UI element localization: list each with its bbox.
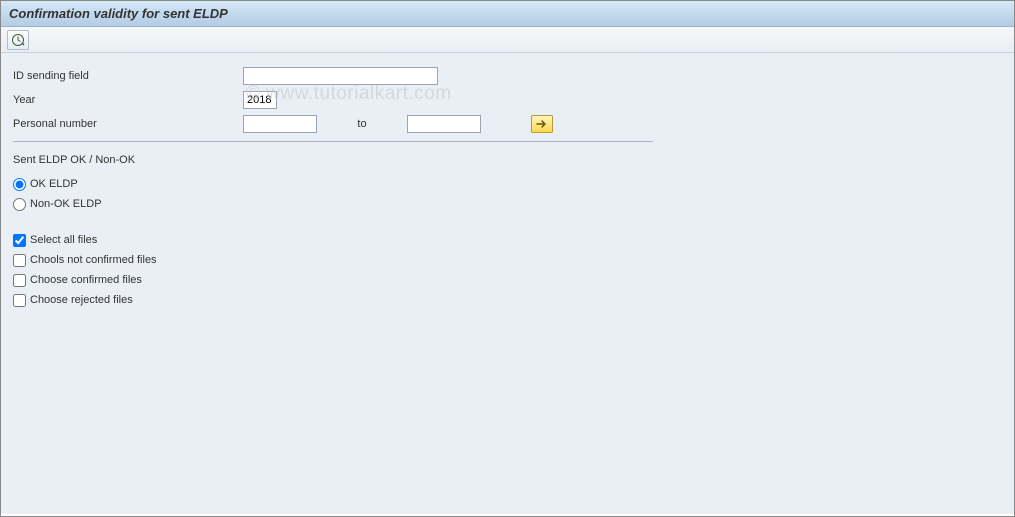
input-pernr-low[interactable] [243, 115, 317, 133]
label-year: Year [13, 94, 243, 106]
app-toolbar [1, 27, 1014, 53]
arrow-right-icon [536, 119, 548, 129]
checkbox-confirmed[interactable] [13, 274, 26, 287]
status-group-legend: Sent ELDP OK / Non-OK [13, 154, 1002, 166]
radio-ok-eldp[interactable] [13, 178, 26, 191]
page-title: Confirmation validity for sent ELDP [9, 6, 228, 21]
separator [13, 141, 653, 142]
input-id-sending[interactable] [243, 67, 438, 85]
label-select-all: Select all files [30, 234, 97, 246]
label-id-sending: ID sending field [13, 70, 243, 82]
label-confirmed: Choose confirmed files [30, 274, 142, 286]
row-personal-number: Personal number to [13, 113, 1002, 135]
check-row-not-confirmed: Chools not confirmed files [13, 250, 1002, 270]
multiple-selection-button[interactable] [531, 115, 553, 133]
label-personal-number: Personal number [13, 118, 243, 130]
check-row-rejected: Choose rejected files [13, 290, 1002, 310]
execute-button[interactable] [7, 30, 29, 50]
title-bar: Confirmation validity for sent ELDP [1, 1, 1014, 27]
checkbox-not-confirmed[interactable] [13, 254, 26, 267]
radio-row-nonok: Non-OK ELDP [13, 194, 1002, 214]
row-id-sending: ID sending field [13, 65, 1002, 87]
radio-nonok-eldp[interactable] [13, 198, 26, 211]
label-rejected: Choose rejected files [30, 294, 133, 306]
clock-execute-icon [11, 33, 25, 47]
check-row-select-all: Select all files [13, 230, 1002, 250]
app-window: Confirmation validity for sent ELDP © ww… [0, 0, 1015, 517]
label-nonok-eldp: Non-OK ELDP [30, 198, 102, 210]
label-to: to [317, 118, 407, 130]
input-pernr-high[interactable] [407, 115, 481, 133]
radio-row-ok: OK ELDP [13, 174, 1002, 194]
checkbox-rejected[interactable] [13, 294, 26, 307]
label-ok-eldp: OK ELDP [30, 178, 78, 190]
label-not-confirmed: Chools not confirmed files [30, 254, 157, 266]
input-year[interactable] [243, 91, 277, 109]
check-row-confirmed: Choose confirmed files [13, 270, 1002, 290]
content-area: © www.tutorialkart.com ID sending field … [1, 53, 1014, 514]
row-year: Year [13, 89, 1002, 111]
checkbox-select-all[interactable] [13, 234, 26, 247]
